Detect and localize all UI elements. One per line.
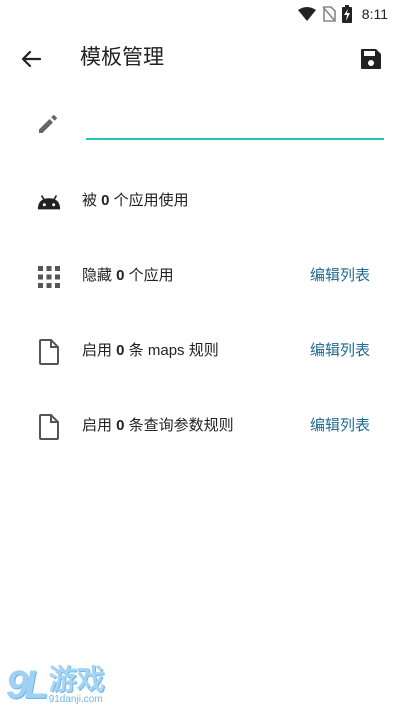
edit-hidden-apps-button[interactable]: 编辑列表	[310, 256, 370, 296]
watermark-logo: 9L	[6, 663, 49, 707]
watermark-name: 游戏	[48, 664, 105, 695]
edit-query-param-rules-button[interactable]: 编辑列表	[310, 406, 370, 446]
page-title: 模板管理	[80, 46, 164, 69]
query-param-rules-row: 启用 0 条查询参数规则 编辑列表	[0, 406, 400, 446]
template-name-row	[0, 100, 400, 150]
status-bar: 8:11	[0, 0, 400, 28]
hidden-apps-label: 隐藏 0 个应用	[82, 267, 174, 284]
maps-rules-label: 启用 0 条 maps 规则	[82, 342, 219, 359]
used-by-apps-row: 被 0 个应用使用	[0, 181, 400, 221]
pencil-icon	[36, 112, 60, 141]
save-icon	[361, 49, 381, 69]
maps-rules-row: 启用 0 条 maps 规则 编辑列表	[0, 331, 400, 371]
used-by-apps-label: 被 0 个应用使用	[82, 192, 189, 209]
query-param-rules-label: 启用 0 条查询参数规则	[82, 417, 234, 434]
wifi-icon	[297, 7, 316, 21]
file-icon	[36, 339, 62, 365]
template-name-input[interactable]	[86, 104, 384, 140]
no-sim-icon	[322, 6, 336, 22]
arrow-back-icon	[21, 50, 41, 68]
hidden-apps-row: 隐藏 0 个应用 编辑列表	[0, 256, 400, 296]
android-icon	[36, 189, 62, 215]
apps-grid-icon	[36, 264, 62, 290]
back-button[interactable]	[16, 44, 46, 74]
watermark-site: 91danji.com	[48, 694, 103, 705]
app-bar: 模板管理	[0, 28, 400, 86]
file-icon	[36, 414, 62, 440]
clock: 8:11	[361, 6, 388, 22]
save-button[interactable]	[356, 44, 386, 74]
edit-maps-rules-button[interactable]: 编辑列表	[310, 331, 370, 371]
site-watermark: 9L 游戏 91danji.com	[6, 665, 105, 705]
battery-charging-icon	[341, 5, 352, 23]
